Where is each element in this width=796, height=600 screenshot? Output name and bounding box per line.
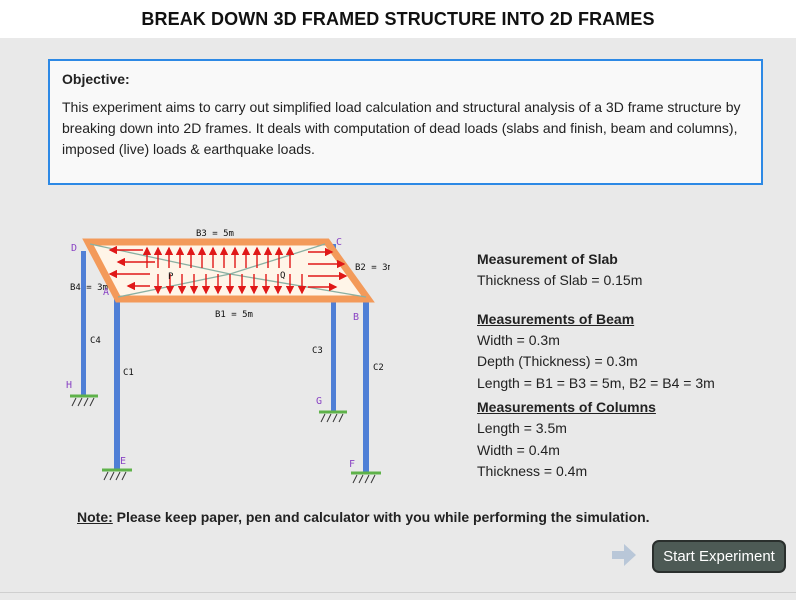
node-b: B bbox=[353, 312, 359, 323]
column-thickness: Thickness = 0.4m bbox=[477, 463, 588, 479]
column-c1 bbox=[114, 296, 120, 469]
node-g: G bbox=[316, 396, 322, 407]
label-c3: C3 bbox=[312, 346, 323, 356]
beam-width: Width = 0.3m bbox=[477, 331, 560, 348]
node-c: C bbox=[336, 237, 342, 248]
note-label: Note: bbox=[77, 509, 113, 525]
columns-heading: Measurements of Columns bbox=[477, 399, 656, 415]
node-f: F bbox=[349, 459, 355, 470]
node-d: D bbox=[71, 243, 77, 254]
page-title: BREAK DOWN 3D FRAMED STRUCTURE INTO 2D F… bbox=[141, 9, 655, 29]
note: Note: Please keep paper, pen and calcula… bbox=[77, 509, 650, 525]
arrow-right-icon bbox=[612, 544, 636, 566]
objective-text: This experiment aims to carry out simpli… bbox=[62, 99, 741, 157]
column-c2 bbox=[363, 297, 369, 472]
node-h: H bbox=[66, 380, 72, 391]
label-b2: B2 = 3m bbox=[355, 263, 390, 273]
note-text: Please keep paper, pen and calculator wi… bbox=[112, 509, 650, 525]
beam-depth: Depth (Thickness) = 0.3m bbox=[477, 353, 638, 369]
column-length: Length = 3.5m bbox=[477, 420, 567, 436]
label-c2: C2 bbox=[373, 363, 384, 373]
start-experiment-button[interactable]: Start Experiment bbox=[652, 540, 786, 573]
beam-length: Length = B1 = B3 = 5m, B2 = B4 = 3m bbox=[477, 374, 715, 391]
column-c4 bbox=[81, 251, 86, 396]
label-b1: B1 = 5m bbox=[215, 310, 253, 320]
node-a: A bbox=[103, 287, 109, 298]
slab-thickness: Thickness of Slab = 0.15m bbox=[477, 272, 643, 288]
label-b3: B3 = 5m bbox=[196, 229, 234, 239]
label-c1: C1 bbox=[123, 368, 134, 378]
frame-diagram: B3 = 5m B1 = 5m B2 = 3m B4 = 3m C1 C2 C3… bbox=[66, 229, 390, 484]
title-bar: BREAK DOWN 3D FRAMED STRUCTURE INTO 2D F… bbox=[0, 0, 796, 38]
label-c4: C4 bbox=[90, 336, 101, 346]
beam-heading: Measurements of Beam bbox=[477, 310, 635, 327]
label-q: Q bbox=[280, 271, 285, 281]
objective-heading: Objective: bbox=[62, 71, 130, 87]
column-width: Width = 0.4m bbox=[477, 441, 560, 458]
node-e: E bbox=[120, 456, 126, 467]
label-p: P bbox=[168, 272, 174, 282]
measurements-panel: Measurement of Slab Thickness of Slab = … bbox=[477, 249, 777, 483]
objective-panel: Objective: This experiment aims to carry… bbox=[48, 59, 763, 185]
slab-heading: Measurement of Slab bbox=[477, 251, 618, 267]
